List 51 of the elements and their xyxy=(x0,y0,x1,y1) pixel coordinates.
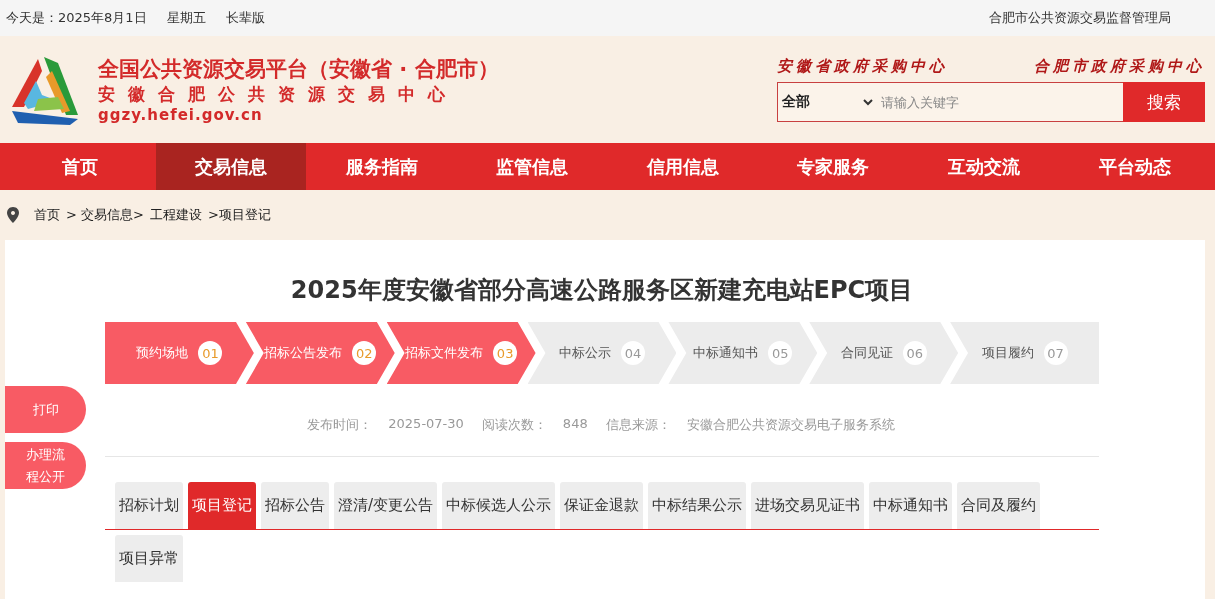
scope-select[interactable]: 全部 xyxy=(777,82,873,122)
date-text: 今天是：2025年8月1日 xyxy=(6,9,147,27)
site-url: ggzy.hefei.gov.cn xyxy=(98,106,264,124)
nav-item[interactable]: 互动交流 xyxy=(908,143,1060,190)
elder-mode-link[interactable]: 长辈版 xyxy=(225,9,265,27)
article-title: 2025年度安徽省部分高速公路服务区新建充电站EPC项目 xyxy=(289,275,915,306)
platform-title: 全国公共资源交易平台（安徽省 · 合肥市） xyxy=(98,56,499,83)
procurement-center-link[interactable]: 合肥市政府采购中心 xyxy=(1034,57,1205,76)
category-tab[interactable]: 澄清/变更公告 xyxy=(334,482,438,529)
meta-value: 2025-07-30 xyxy=(388,416,464,433)
nav-item[interactable]: 专家服务 xyxy=(758,143,909,190)
breadcrumb-link[interactable]: >项目登记 xyxy=(207,206,271,224)
progress-step: 招标公告发布 02 xyxy=(245,322,395,384)
meta-value: 848 xyxy=(562,416,588,433)
location-pin-icon xyxy=(6,206,20,224)
breadcrumb-link[interactable]: > 交易信息> xyxy=(66,206,144,224)
breadcrumb-link[interactable]: 首页 xyxy=(34,206,60,224)
nav-item[interactable]: 信用信息 xyxy=(607,143,759,190)
category-tab[interactable]: 中标候选人公示 xyxy=(442,482,556,529)
category-tab[interactable]: 保证金退款 xyxy=(560,482,644,529)
center-name: 安徽合肥公共资源交易中心 xyxy=(98,83,459,106)
category-tab[interactable]: 招标计划 xyxy=(115,482,183,529)
category-tab[interactable]: 中标结果公示 xyxy=(648,482,747,529)
category-tab[interactable]: 项目登记 xyxy=(188,482,256,529)
procurement-center-link[interactable]: 安徽省政府采购中心 xyxy=(777,57,948,76)
agency-link[interactable]: 合肥市公共资源交易监督管理局 xyxy=(989,9,1171,27)
weekday-text: 星期五 xyxy=(166,9,206,27)
nav-item[interactable]: 服务指南 xyxy=(306,143,457,190)
progress-step: 招标文件发布 03 xyxy=(386,322,536,384)
category-tab[interactable]: 招标公告 xyxy=(261,482,329,529)
nav-item[interactable]: 交易信息 xyxy=(155,143,307,190)
meta-label: 信息来源： xyxy=(605,416,671,434)
category-tab[interactable]: 合同及履约 xyxy=(957,482,1041,529)
category-tab[interactable]: 进场交易见证书 xyxy=(751,482,865,529)
chevron-icon xyxy=(863,98,873,106)
search-field[interactable]: 请输入关键字 xyxy=(873,82,1123,122)
breadcrumb-link[interactable]: 工程建设 xyxy=(149,206,202,224)
progress-step: 中标通知书 05 xyxy=(668,322,818,384)
nav-item[interactable]: 平台动态 xyxy=(1059,143,1210,190)
meta-label: 发布时间： xyxy=(307,416,373,434)
search-button[interactable]: 搜索 xyxy=(1123,82,1205,122)
category-tab[interactable]: 中标通知书 xyxy=(869,482,953,529)
nav-item[interactable]: 首页 xyxy=(5,143,156,190)
progress-step: 合同见证 06 xyxy=(809,322,959,384)
progress-step: 预约场地 01 xyxy=(105,322,254,384)
category-tab[interactable]: 项目异常 xyxy=(115,535,183,582)
meta-label: 阅读次数： xyxy=(481,416,547,434)
meta-value: 安徽合肥公共资源交易电子服务系统 xyxy=(686,416,895,434)
progress-step: 项目履约 07 xyxy=(950,322,1099,384)
progress-step: 中标公示 04 xyxy=(527,322,677,384)
nav-item[interactable]: 监管信息 xyxy=(456,143,608,190)
